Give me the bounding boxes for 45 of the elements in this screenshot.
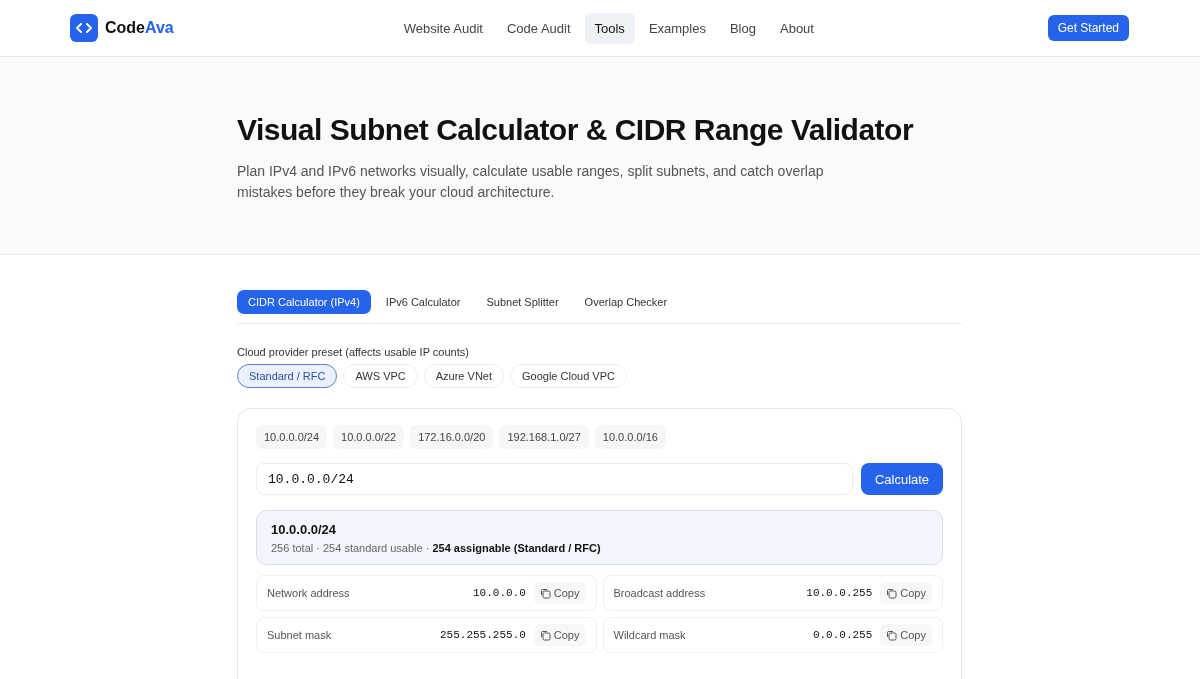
- tool-tab[interactable]: Overlap Checker: [573, 290, 679, 314]
- result-label: Wildcard mask: [613, 629, 687, 641]
- result-value: 0.0.0.255: [812, 629, 873, 641]
- nav-link[interactable]: Examples: [638, 12, 716, 44]
- result-label: Broadcast address: [613, 587, 707, 599]
- page-title: Visual Subnet Calculator & CIDR Range Validator: [237, 113, 915, 147]
- example-chip[interactable]: 10.0.0.0/16: [594, 425, 666, 449]
- example-chip[interactable]: 192.168.1.0/27: [499, 425, 589, 449]
- copy-icon: [886, 629, 898, 641]
- get-started-button[interactable]: Get Started: [1047, 15, 1129, 41]
- example-chip[interactable]: 172.16.0.0/20: [410, 425, 494, 449]
- code-logo-icon: [70, 14, 98, 42]
- copy-button[interactable]: Copy: [880, 624, 932, 646]
- cidr-input-field[interactable]: 10.0.0.0/24: [256, 463, 853, 495]
- result-value: 255.255.255.0: [440, 629, 526, 641]
- copy-button[interactable]: Copy: [533, 582, 586, 604]
- summary-details: 256 total · 254 standard usable · 254 assignable (Standard / RFC): [271, 542, 602, 554]
- result-label: Subnet mask: [267, 629, 333, 641]
- example-chip[interactable]: 10.0.0.0/24: [256, 425, 328, 449]
- preset-option[interactable]: Google Cloud VPC: [510, 364, 627, 388]
- copy-button[interactable]: Copy: [880, 582, 932, 604]
- example-chip[interactable]: 10.0.0.0/22: [333, 425, 405, 449]
- preset-option[interactable]: Standard / RFC: [237, 364, 338, 388]
- page-description: Plan IPv4 and IPv6 networks visually, calculate usable ranges, split subnets, and catch overlap mistakes before they break your cloud architecture.: [237, 162, 825, 202]
- nav-link[interactable]: About: [770, 12, 824, 44]
- copy-icon: [539, 587, 551, 599]
- nav-link[interactable]: Tools: [584, 12, 635, 44]
- copy-icon: [539, 629, 551, 641]
- preset-option[interactable]: Azure VNet: [423, 364, 504, 388]
- preset-label: Cloud provider preset (affects usable IP counts): [237, 346, 470, 358]
- nav-link[interactable]: Blog: [719, 12, 766, 44]
- nav-link[interactable]: Code Audit: [496, 12, 581, 44]
- nav-link[interactable]: Website Audit: [393, 12, 493, 44]
- calculate-button[interactable]: Calculate: [861, 463, 943, 495]
- brand-name[interactable]: CodeAva: [105, 19, 174, 37]
- copy-button[interactable]: Copy: [533, 624, 586, 646]
- tool-tab[interactable]: IPv6 Calculator: [374, 290, 472, 314]
- tool-tab[interactable]: CIDR Calculator (IPv4): [237, 290, 371, 314]
- result-value: 10.0.0.0: [473, 587, 526, 599]
- result-label: Network address: [267, 587, 351, 599]
- tool-tab[interactable]: Subnet Splitter: [475, 290, 570, 314]
- summary-title: 10.0.0.0/24: [271, 522, 338, 537]
- preset-option[interactable]: AWS VPC: [343, 364, 418, 388]
- copy-icon: [886, 587, 898, 599]
- result-value: 10.0.0.255: [806, 587, 873, 599]
